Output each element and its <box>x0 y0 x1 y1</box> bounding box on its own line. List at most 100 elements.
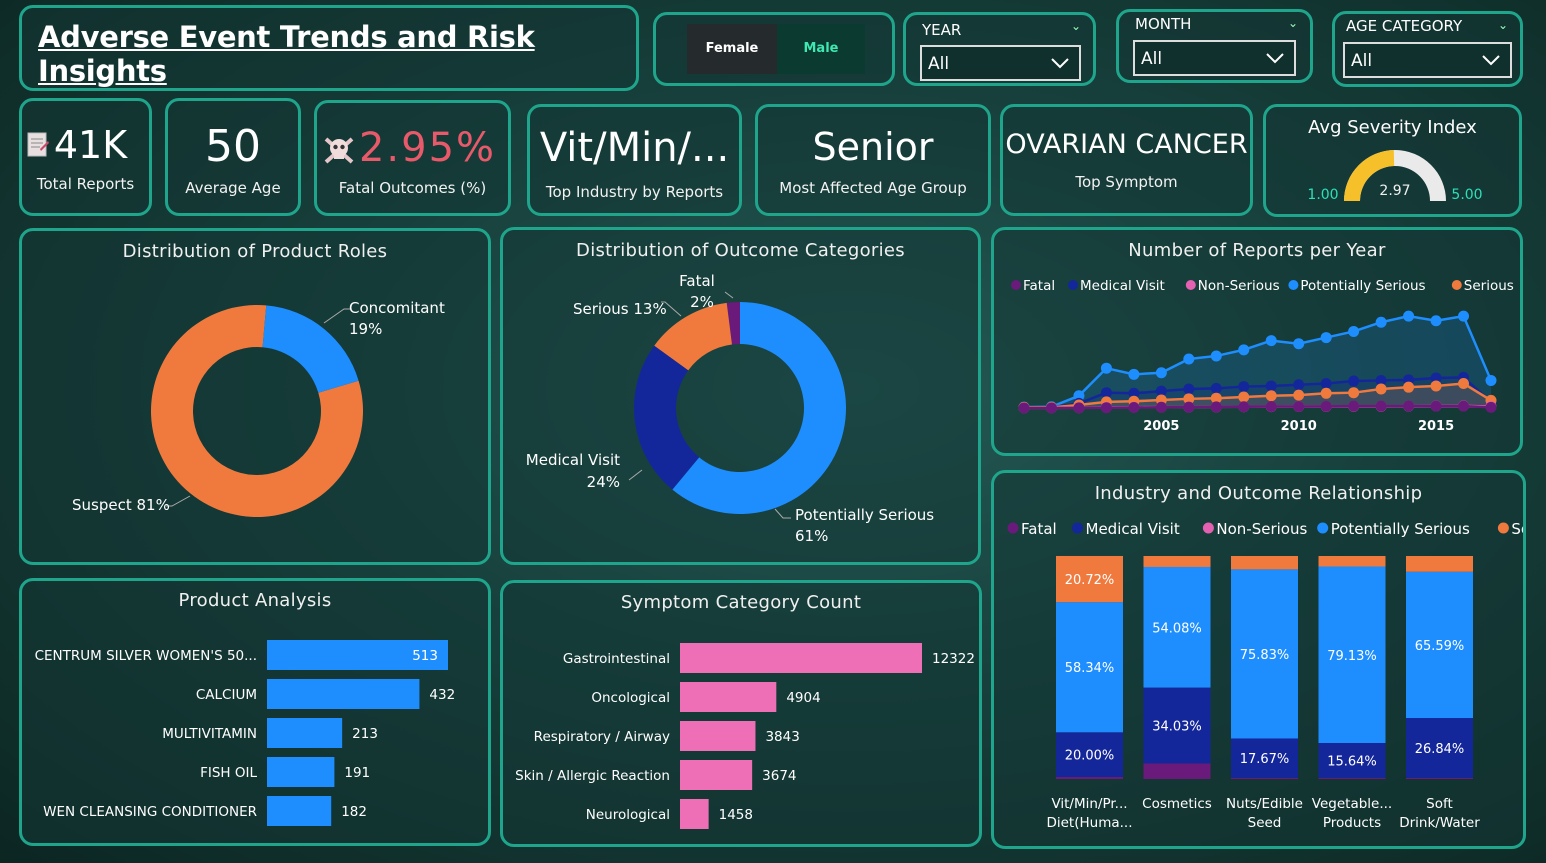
data-point[interactable] <box>1238 391 1250 403</box>
data-point[interactable] <box>1320 387 1332 399</box>
stacked-bar-segment[interactable] <box>1406 556 1473 572</box>
data-point[interactable] <box>1348 325 1360 337</box>
data-point[interactable] <box>1430 315 1442 327</box>
data-point[interactable] <box>1128 402 1140 414</box>
data-point[interactable] <box>1265 335 1277 347</box>
data-point[interactable] <box>1155 367 1167 379</box>
legend-label[interactable]: Non-Serious <box>1198 278 1280 294</box>
legend-label[interactable]: Fatal <box>1023 278 1055 294</box>
legend-marker <box>1288 280 1299 290</box>
data-point[interactable] <box>1348 400 1360 412</box>
gender-female-button[interactable]: Female <box>687 24 777 74</box>
data-point[interactable] <box>1458 378 1470 389</box>
data-point[interactable] <box>1265 390 1277 402</box>
stacked-bar-segment[interactable] <box>1231 556 1298 570</box>
data-point[interactable] <box>1238 344 1250 356</box>
chevron-down-icon <box>1051 58 1069 69</box>
gender-male-button[interactable]: Male <box>777 24 865 74</box>
severity-gauge-card: Avg Severity Index 1.00 2.97 5.00 <box>1263 104 1522 217</box>
data-point[interactable] <box>1128 368 1140 380</box>
data-point[interactable] <box>1045 402 1057 414</box>
bar[interactable] <box>267 679 420 709</box>
data-point[interactable] <box>1458 400 1470 412</box>
stacked-bar-segment[interactable] <box>1318 556 1386 567</box>
stacked-bar-segment[interactable] <box>1143 556 1211 567</box>
kpi-age-group: Senior Most Affected Age Group <box>755 104 991 216</box>
data-point[interactable] <box>1238 401 1250 413</box>
data-point[interactable] <box>1403 400 1415 412</box>
data-point[interactable] <box>1265 400 1277 412</box>
legend-label[interactable]: Serious <box>1464 278 1514 294</box>
legend-label[interactable]: Potentially Serious <box>1300 278 1425 294</box>
data-point[interactable] <box>1403 310 1415 322</box>
data-point[interactable] <box>1348 387 1360 399</box>
bar[interactable] <box>680 682 777 712</box>
legend-label[interactable]: Serious <box>1511 520 1523 538</box>
month-dropdown[interactable]: All <box>1133 40 1296 76</box>
data-point[interactable] <box>1320 378 1332 389</box>
data-point[interactable] <box>1073 402 1085 414</box>
data-point[interactable] <box>1485 374 1497 386</box>
data-point[interactable] <box>1375 316 1387 328</box>
data-point[interactable] <box>1293 389 1305 401</box>
data-point[interactable] <box>1265 380 1277 392</box>
year-filter-label: YEAR <box>922 21 962 39</box>
legend-marker <box>1007 522 1019 534</box>
data-point[interactable] <box>1458 310 1470 322</box>
data-point[interactable] <box>1100 362 1112 374</box>
legend-label[interactable]: Potentially Serious <box>1331 520 1470 538</box>
data-point[interactable] <box>1210 401 1222 413</box>
data-point[interactable] <box>1375 383 1387 395</box>
stacked-bar-segment[interactable] <box>1318 777 1386 779</box>
data-point[interactable] <box>1375 400 1387 412</box>
data-point[interactable] <box>1183 383 1195 395</box>
data-point[interactable] <box>1293 400 1305 412</box>
data-point[interactable] <box>1100 402 1112 414</box>
data-point[interactable] <box>1018 402 1030 414</box>
bar[interactable] <box>680 760 753 790</box>
bar[interactable] <box>680 799 709 829</box>
bar[interactable] <box>267 757 335 787</box>
bar[interactable] <box>267 796 332 826</box>
stacked-bar-segment[interactable] <box>1056 776 1123 779</box>
chevron-down-icon[interactable]: ⌄ <box>1071 19 1081 33</box>
bar[interactable] <box>267 718 343 748</box>
legend-label[interactable]: Medical Visit <box>1080 278 1165 294</box>
data-point[interactable] <box>1320 400 1332 412</box>
bar[interactable] <box>680 643 922 673</box>
chevron-down-icon[interactable]: ⌄ <box>1498 18 1508 32</box>
data-point[interactable] <box>1210 350 1222 362</box>
data-point[interactable] <box>1485 401 1497 413</box>
legend-label[interactable]: Medical Visit <box>1086 520 1180 538</box>
data-point[interactable] <box>1403 381 1415 393</box>
concomitant-pct-label: 19% <box>349 320 382 338</box>
bar[interactable] <box>680 721 756 751</box>
legend-label[interactable]: Fatal <box>1021 520 1057 538</box>
data-point[interactable] <box>1238 381 1250 393</box>
data-point[interactable] <box>1155 401 1167 413</box>
age-category-dropdown[interactable]: All <box>1343 42 1512 78</box>
data-point[interactable] <box>1183 401 1195 413</box>
data-point[interactable] <box>1183 353 1195 365</box>
donut-slice-concomitant[interactable] <box>262 305 359 393</box>
data-label: 75.83% <box>1240 648 1290 663</box>
data-point[interactable] <box>1320 332 1332 344</box>
data-point[interactable] <box>1348 375 1360 387</box>
year-dropdown[interactable]: All <box>920 45 1081 81</box>
data-label: 3843 <box>765 729 799 745</box>
stacked-bar-segment[interactable] <box>1143 763 1211 779</box>
stacked-bar-segment[interactable] <box>1231 777 1298 779</box>
leader-line <box>323 308 350 324</box>
chevron-down-icon[interactable]: ⌄ <box>1288 16 1298 30</box>
data-point[interactable] <box>1210 382 1222 394</box>
kpi-fatal-outcomes: 2.95% Fatal Outcomes (%) <box>314 100 511 216</box>
data-point[interactable] <box>1293 379 1305 391</box>
data-point[interactable] <box>1293 338 1305 350</box>
data-point[interactable] <box>1430 380 1442 392</box>
category-label: FISH OIL <box>200 765 257 781</box>
kpi-total-value: 41K <box>53 123 128 167</box>
stacked-bar-segment[interactable] <box>1406 777 1473 779</box>
legend-label[interactable]: Non-Serious <box>1216 520 1307 538</box>
legend-marker <box>1185 280 1196 290</box>
data-point[interactable] <box>1430 400 1442 412</box>
